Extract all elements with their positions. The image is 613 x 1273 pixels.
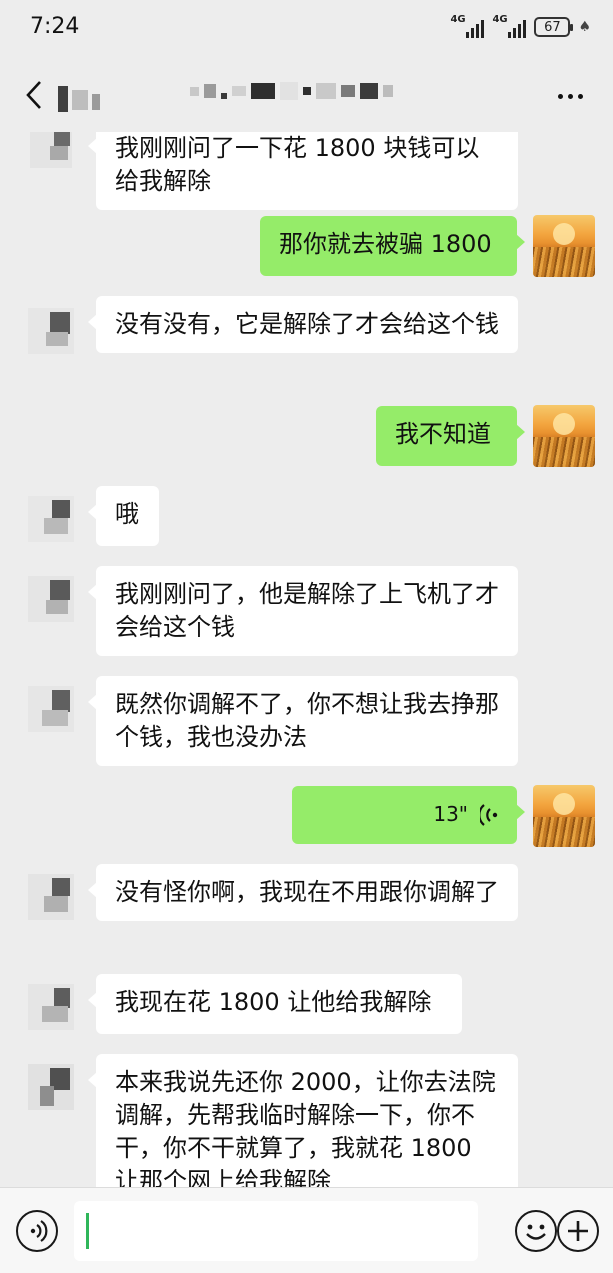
contact-avatar[interactable] <box>20 568 82 630</box>
my-avatar[interactable] <box>533 215 595 277</box>
voice-message-bubble[interactable]: 13" <box>292 786 525 844</box>
message-list: 我刚刚问了一下花 1800 块钱可以给我解除 那你就去被骗 1800 没有没有，… <box>0 132 613 1187</box>
message-text: 哦 <box>115 500 139 528</box>
message-text: 我刚刚问了一下花 1800 块钱可以给我解除 <box>115 134 480 195</box>
message-text: 没有没有，它是解除了才会给这个钱 <box>115 310 499 338</box>
contact-avatar[interactable] <box>20 132 82 178</box>
message-bubble[interactable]: 哦 <box>88 486 159 546</box>
emoji-icon[interactable] <box>515 1210 557 1252</box>
message-bubble[interactable]: 既然你调解不了，你不想让我去挣那个钱，我也没办法 <box>88 676 518 766</box>
contact-name-redacted <box>58 86 100 112</box>
contact-avatar[interactable] <box>20 976 82 1038</box>
contact-avatar[interactable] <box>20 298 82 360</box>
message-input[interactable] <box>74 1201 478 1261</box>
battery-icon: 67 <box>534 17 574 37</box>
contact-avatar[interactable] <box>20 1056 82 1118</box>
my-avatar[interactable] <box>533 785 595 847</box>
input-bar <box>0 1187 613 1273</box>
message-bubble[interactable]: 我现在花 1800 让他给我解除 <box>88 974 462 1034</box>
chat-title-redacted <box>190 82 393 100</box>
plus-icon[interactable] <box>557 1210 599 1252</box>
message-bubble[interactable]: 没有怪你啊，我现在不用跟你调解了 <box>88 864 518 921</box>
status-bar: 7:24 4G 4G 67 ♠ <box>0 0 613 60</box>
chat-header <box>0 60 613 132</box>
message-bubble[interactable]: 没有没有，它是解除了才会给这个钱 <box>88 296 518 353</box>
message-text: 本来我说先还你 2000，让你去法院调解，先帮我临时解除一下，你不干，你不干就算… <box>115 1068 496 1187</box>
message-text: 我不知道 <box>395 420 491 448</box>
my-avatar[interactable] <box>533 405 595 467</box>
message-text: 既然你调解不了，你不想让我去挣那个钱，我也没办法 <box>115 690 499 751</box>
message-bubble[interactable]: 我刚刚问了，他是解除了上飞机了才会给这个钱 <box>88 566 518 656</box>
message-bubble[interactable]: 我刚刚问了一下花 1800 块钱可以给我解除 <box>88 132 518 210</box>
message-bubble[interactable]: 我不知道 <box>376 406 525 466</box>
signal-icon: 4G <box>492 14 527 38</box>
message-text: 我刚刚问了，他是解除了上飞机了才会给这个钱 <box>115 580 499 641</box>
message-bubble[interactable]: 那你就去被骗 1800 <box>260 216 525 276</box>
signal-icon: 4G <box>450 14 485 38</box>
message-text: 那你就去被骗 1800 <box>279 230 492 258</box>
chevron-left-icon[interactable] <box>20 78 50 112</box>
contact-avatar[interactable] <box>20 866 82 928</box>
contact-avatar[interactable] <box>20 488 82 550</box>
message-text: 我现在花 1800 让他给我解除 <box>115 988 432 1016</box>
message-bubble[interactable]: 本来我说先还你 2000，让你去法院调解，先帮我临时解除一下，你不干，你不干就算… <box>88 1054 518 1187</box>
voice-input-icon[interactable] <box>16 1210 58 1252</box>
power-saving-icon: ♠ <box>578 19 591 35</box>
message-text: 没有怪你啊，我现在不用跟你调解了 <box>115 878 499 906</box>
status-time: 7:24 <box>30 14 80 39</box>
voice-wave-icon <box>480 803 498 826</box>
text-caret <box>86 1213 89 1249</box>
more-dots-icon[interactable] <box>558 94 583 99</box>
contact-avatar[interactable] <box>20 678 82 740</box>
voice-duration: 13" <box>433 802 468 826</box>
status-indicators: 4G 4G 67 ♠ <box>450 14 591 38</box>
